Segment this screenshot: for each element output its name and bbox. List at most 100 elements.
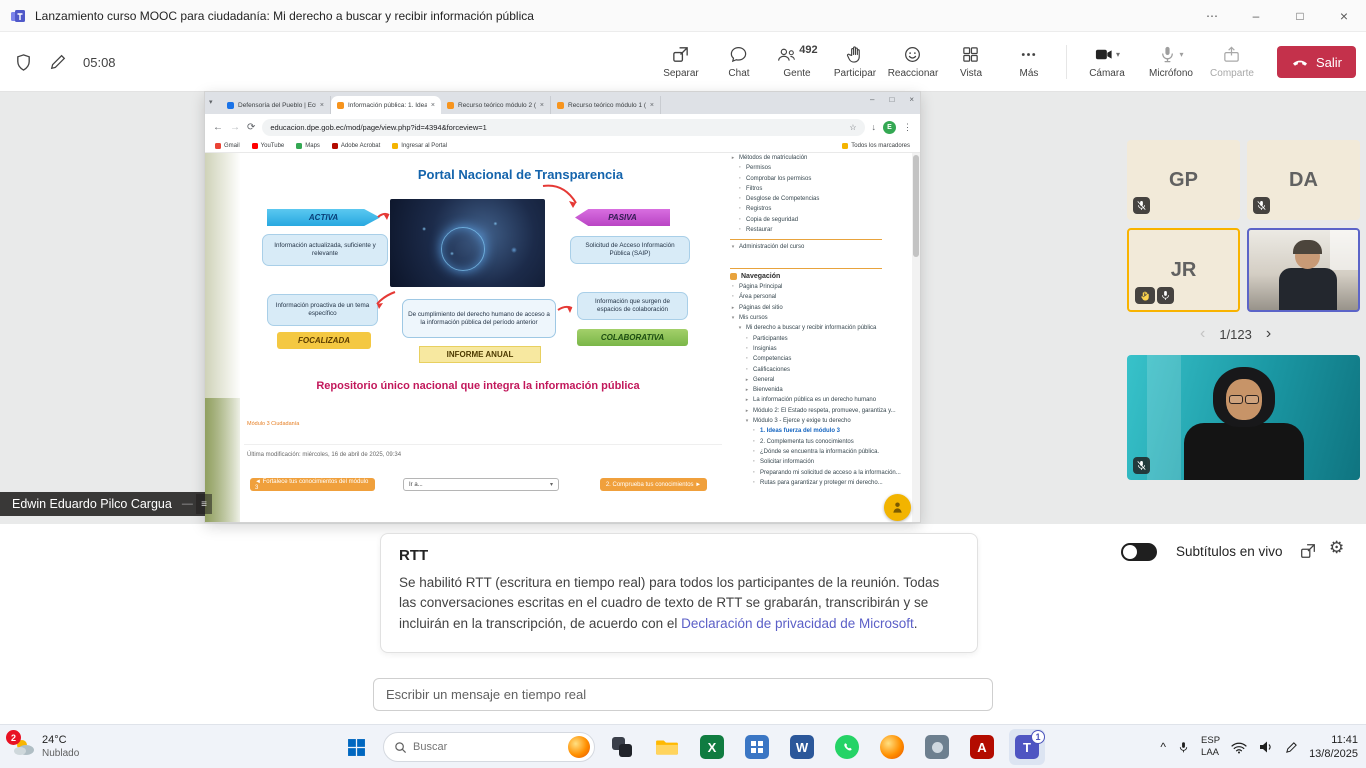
taskbar-search[interactable]	[383, 732, 595, 762]
tab-search-icon[interactable]	[209, 98, 213, 106]
browser-maximize-icon[interactable]	[889, 95, 894, 104]
nav-tree-item[interactable]: Bienvenida	[730, 387, 912, 395]
file-explorer-button[interactable]	[649, 729, 685, 765]
tab-close-icon[interactable]	[540, 102, 544, 109]
admin-tree-item[interactable]: Filtros	[730, 186, 912, 194]
view-button[interactable]: Vista	[942, 45, 1000, 79]
firefox-button[interactable]	[874, 729, 910, 765]
privacy-link[interactable]: Declaración de privacidad de Microsoft	[681, 616, 914, 631]
tab-close-icon[interactable]	[431, 102, 435, 109]
bookmark-item[interactable]: Maps	[296, 143, 320, 149]
admin-tree-item[interactable]: Desglose de Competencias	[730, 196, 912, 204]
microphone-dropdown-icon[interactable]	[1179, 50, 1183, 59]
profile-avatar[interactable]: E	[883, 121, 896, 134]
nav-tree-item[interactable]: La información pública es un derecho hum…	[730, 397, 912, 405]
app-button[interactable]	[919, 729, 955, 765]
admin-tree-item[interactable]: Copia de seguridad	[730, 217, 912, 225]
pen-tray-icon[interactable]	[1285, 741, 1298, 754]
hidden-icons-chevron[interactable]	[1160, 740, 1166, 754]
react-button[interactable]: Reaccionar	[884, 45, 942, 79]
admin-tree-item[interactable]: Comprobar los permisos	[730, 176, 912, 184]
tab-close-icon[interactable]	[650, 102, 654, 109]
nav-tree-item[interactable]: Insignias	[730, 346, 912, 354]
bookmark-item[interactable]: YouTube	[252, 143, 285, 149]
nav-tree-item[interactable]: Módulo 2: El Estado respeta, promueve, g…	[730, 408, 912, 416]
pen-icon[interactable]	[49, 53, 67, 71]
pager-prev-icon[interactable]	[1200, 325, 1205, 343]
window-more-icon[interactable]	[1190, 0, 1234, 32]
label-drag-handle[interactable]	[196, 494, 212, 514]
captions-popout-icon[interactable]	[1299, 542, 1317, 565]
nav-tree-item[interactable]: Mi derecho a buscar y recibir informació…	[730, 325, 912, 333]
page-scrollbar[interactable]	[912, 153, 920, 522]
captions-settings-icon[interactable]	[1329, 538, 1344, 558]
browser-tab[interactable]: Información pública: 1. Ideas f...	[331, 96, 441, 114]
participant-tile-video[interactable]	[1247, 228, 1360, 312]
nav-tree-item[interactable]: Preparando mi solicitud de acceso a la i…	[730, 470, 912, 478]
browser-menu-icon[interactable]	[903, 122, 912, 133]
people-button[interactable]: 492 Gente	[768, 45, 826, 79]
bookmark-item[interactable]: Gmail	[215, 143, 240, 149]
teams-button[interactable]: T 1	[1009, 729, 1045, 765]
participant-tile-large-video[interactable]	[1127, 355, 1360, 480]
nav-tree-item[interactable]: Páginas del sitio	[730, 305, 912, 313]
participant-tile-gp[interactable]: GP	[1127, 140, 1240, 220]
language-indicator[interactable]: ESP LAA	[1201, 735, 1220, 759]
search-input[interactable]	[413, 741, 562, 753]
prev-activity-button[interactable]: ◄ Fortalece tus conocimientos del módulo…	[250, 478, 375, 491]
browser-close-icon[interactable]	[909, 95, 914, 104]
nav-tree-item[interactable]: Mis cursos	[730, 315, 912, 323]
word-button[interactable]: W	[784, 729, 820, 765]
download-icon[interactable]	[872, 122, 877, 132]
module-tag[interactable]: Módulo 3 Ciudadanía	[247, 421, 299, 427]
rtt-message-input[interactable]	[373, 678, 993, 711]
mic-in-use-icon[interactable]	[1177, 740, 1190, 755]
browser-tab[interactable]: Recurso teórico módulo 1 (1)...	[551, 96, 661, 114]
admin-tree-item[interactable]: Métodos de matriculación	[730, 155, 912, 163]
window-minimize-icon[interactable]	[1234, 0, 1278, 32]
nav-tree-item[interactable]: Solicitar información	[730, 459, 912, 467]
back-icon[interactable]	[213, 122, 223, 133]
clock[interactable]: 11:41 13/8/2025	[1309, 733, 1358, 762]
forward-icon[interactable]	[230, 122, 240, 133]
microphone-button[interactable]: Micrófono	[1139, 45, 1203, 79]
leave-button[interactable]: Salir	[1277, 46, 1356, 78]
breakout-button[interactable]: Separar	[652, 45, 710, 79]
tab-close-icon[interactable]	[320, 102, 324, 109]
admin-tree-item[interactable]: Administración del curso	[730, 244, 912, 252]
scrollbar-thumb[interactable]	[913, 155, 919, 257]
nav-tree-item[interactable]: Rutas para garantizar y proteger mi dere…	[730, 480, 912, 488]
wifi-icon[interactable]	[1231, 741, 1247, 754]
window-maximize-icon[interactable]	[1278, 0, 1322, 32]
nav-tree-item[interactable]: Página Principal	[730, 284, 912, 292]
browser-tab[interactable]: Defensoría del Pueblo | Ecuado...	[221, 96, 331, 114]
bookmark-item[interactable]: Ingresar al Portal	[392, 143, 447, 149]
all-bookmarks-button[interactable]: Todos los marcadores	[842, 143, 910, 149]
jump-to-select[interactable]: Ir a...	[403, 478, 559, 491]
nav-tree-item[interactable]: Módulo 3 - Ejerce y exige tu derecho	[730, 418, 912, 426]
admin-tree-item[interactable]: Restaurar	[730, 227, 912, 235]
browser-tab[interactable]: Recurso teórico módulo 2 (1)...	[441, 96, 551, 114]
camera-button[interactable]: Cámara	[1075, 45, 1139, 79]
nav-tree-item[interactable]: 1. Ideas fuerza del módulo 3	[730, 428, 912, 436]
window-close-icon[interactable]	[1322, 0, 1366, 32]
nav-tree-item[interactable]: ¿Dónde se encuentra la información públi…	[730, 449, 912, 457]
nav-tree-item[interactable]: Área personal	[730, 294, 912, 302]
bookmark-item[interactable]: Adobe Acrobat	[332, 143, 380, 149]
more-actions-button[interactable]: Más	[1000, 45, 1058, 79]
browser-minimize-icon[interactable]	[870, 95, 874, 104]
admin-tree-item[interactable]: Registros	[730, 206, 912, 214]
pager-next-icon[interactable]	[1266, 325, 1271, 343]
next-activity-button[interactable]: 2. Comprueba tus conocimientos ►	[600, 478, 707, 491]
nav-tree-item[interactable]: Calificaciones	[730, 367, 912, 375]
bookmark-star-icon[interactable]	[849, 123, 856, 132]
acrobat-button[interactable]: A	[964, 729, 1000, 765]
reload-icon[interactable]	[247, 122, 255, 133]
task-view-button[interactable]	[604, 729, 640, 765]
chat-button[interactable]: Chat	[710, 45, 768, 79]
raise-hand-button[interactable]: Participar	[826, 45, 884, 79]
whatsapp-button[interactable]	[829, 729, 865, 765]
shield-icon[interactable]	[14, 53, 33, 72]
nav-tree-item[interactable]: Competencias	[730, 356, 912, 364]
floating-widget-button[interactable]	[884, 494, 911, 521]
